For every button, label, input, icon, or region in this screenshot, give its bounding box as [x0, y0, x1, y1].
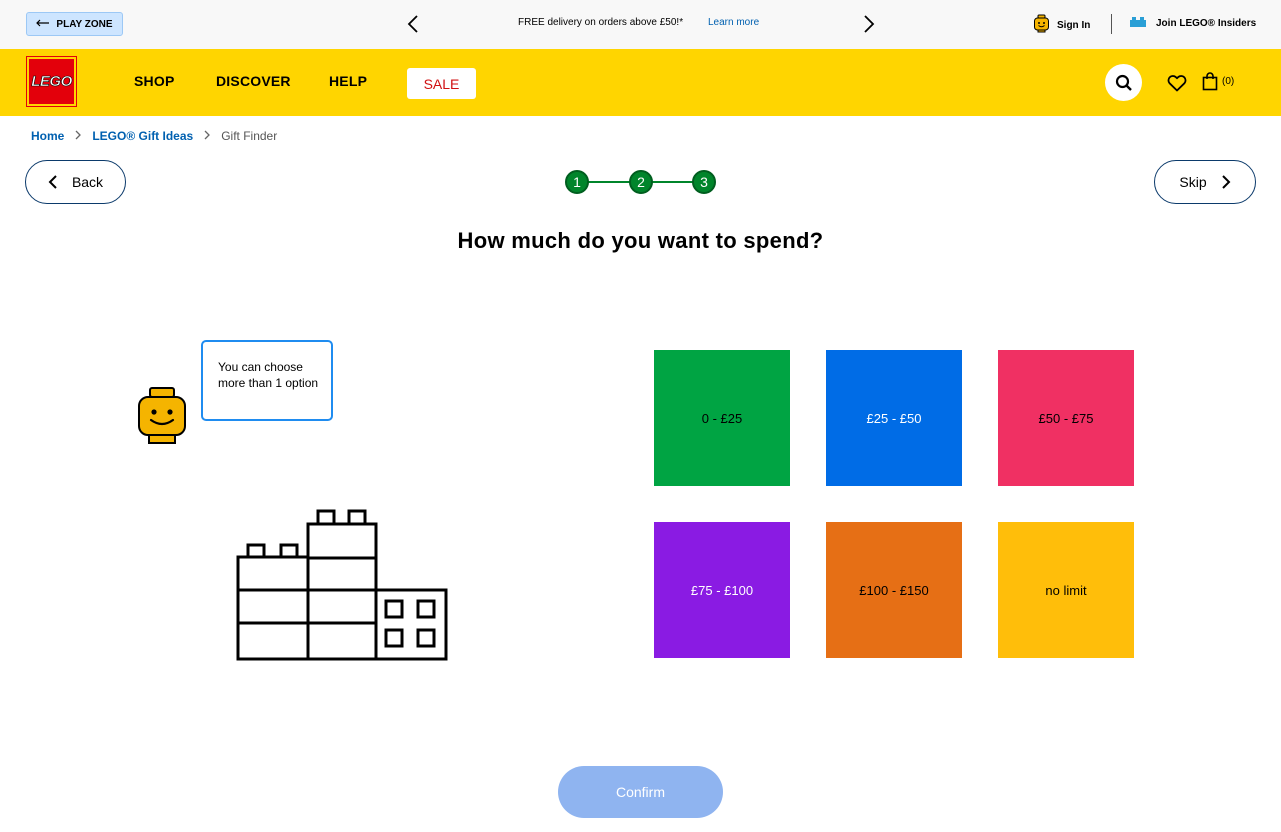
lego-logo[interactable]: LEGO: [26, 56, 77, 107]
nav-shop[interactable]: SHOP: [134, 73, 174, 89]
promo-text: FREE delivery on orders above £50!*: [518, 17, 684, 28]
question-title: How much do you want to spend?: [457, 228, 824, 253]
chevron-left-icon: [48, 175, 57, 189]
price-option-label: £75 - £100: [690, 582, 754, 598]
nav-help[interactable]: HELP: [329, 73, 367, 89]
minifig-head-icon: [137, 386, 187, 446]
step-3: 3: [692, 170, 716, 194]
step-connector: [649, 181, 697, 183]
top-utility-bar: PLAY ZONE FREE delivery on orders above …: [0, 0, 1281, 49]
search-icon: [1115, 74, 1132, 91]
join-insiders-label: Join LEGO® Insiders: [1156, 18, 1257, 29]
price-option-100-150[interactable]: £100 - £150: [826, 522, 962, 658]
breadcrumb-gift-ideas[interactable]: LEGO® Gift Ideas: [92, 129, 193, 143]
play-zone-label: PLAY ZONE: [56, 18, 113, 30]
nav-sale[interactable]: SALE: [407, 68, 476, 99]
price-option-label: 0 - £25: [701, 410, 743, 426]
chevron-right-icon: [203, 129, 211, 143]
skip-button[interactable]: Skip: [1154, 160, 1256, 204]
brick-icon: [1129, 16, 1147, 31]
confirm-button[interactable]: Confirm: [558, 766, 723, 818]
skip-label: Skip: [1179, 174, 1207, 190]
hint-text: You can choose more than 1 option: [218, 360, 319, 390]
breadcrumb-current: Gift Finder: [221, 129, 278, 143]
chevron-right-icon: [1221, 175, 1231, 189]
hint-speech-bubble: You can choose more than 1 option: [201, 340, 333, 421]
sign-in-link[interactable]: Sign In: [1033, 14, 1090, 36]
chevron-left-icon: [407, 15, 418, 33]
step-2: 2: [629, 170, 653, 194]
price-option-label: £50 - £75: [1038, 410, 1094, 426]
price-option-0-25[interactable]: 0 - £25: [654, 350, 790, 486]
sign-in-label: Sign In: [1057, 19, 1091, 31]
chevron-right-icon: [74, 129, 82, 143]
breadcrumb-home[interactable]: Home: [31, 129, 64, 143]
confirm-label: Confirm: [615, 784, 665, 800]
step-1: 1: [565, 170, 589, 194]
price-option-25-50[interactable]: £25 - £50: [826, 350, 962, 486]
chevron-right-icon: [864, 15, 875, 33]
minifig-head-icon: [1033, 14, 1050, 36]
price-option-label: no limit: [1045, 582, 1087, 598]
wishlist-button[interactable]: [1166, 72, 1188, 94]
play-zone-button[interactable]: PLAY ZONE: [26, 12, 123, 36]
join-insiders-link[interactable]: Join LEGO® Insiders: [1129, 16, 1256, 31]
price-option-50-75[interactable]: £50 - £75: [998, 350, 1134, 486]
heart-icon: [1167, 75, 1187, 92]
arrow-left-icon: [36, 19, 50, 30]
promo-learn-more-link[interactable]: Learn more: [708, 17, 759, 28]
step-connector: [585, 181, 633, 183]
promo-next-button[interactable]: [859, 13, 879, 35]
price-option-75-100[interactable]: £75 - £100: [654, 522, 790, 658]
brick-stack-illustration: [236, 508, 450, 662]
nav-discover[interactable]: DISCOVER: [216, 73, 291, 89]
progress-stepper: 1 2 3: [565, 170, 717, 194]
divider: [1111, 14, 1112, 34]
breadcrumb: Home LEGO® Gift Ideas Gift Finder: [31, 129, 277, 143]
shopping-bag-button[interactable]: (0): [1202, 72, 1234, 91]
back-label: Back: [71, 174, 104, 190]
logo-text: LEGO: [31, 73, 73, 91]
price-option-label: £25 - £50: [866, 410, 922, 426]
main-nav: LEGO SHOP DISCOVER HELP SALE (0): [0, 49, 1281, 116]
price-option-label: £100 - £150: [859, 582, 929, 598]
price-option-no-limit[interactable]: no limit: [998, 522, 1134, 658]
bag-count: (0): [1222, 76, 1235, 87]
search-button[interactable]: [1105, 64, 1142, 101]
promo-prev-button[interactable]: [403, 13, 423, 35]
shopping-bag-icon: [1202, 72, 1218, 91]
back-button[interactable]: Back: [25, 160, 126, 204]
sale-label: SALE: [423, 75, 460, 92]
